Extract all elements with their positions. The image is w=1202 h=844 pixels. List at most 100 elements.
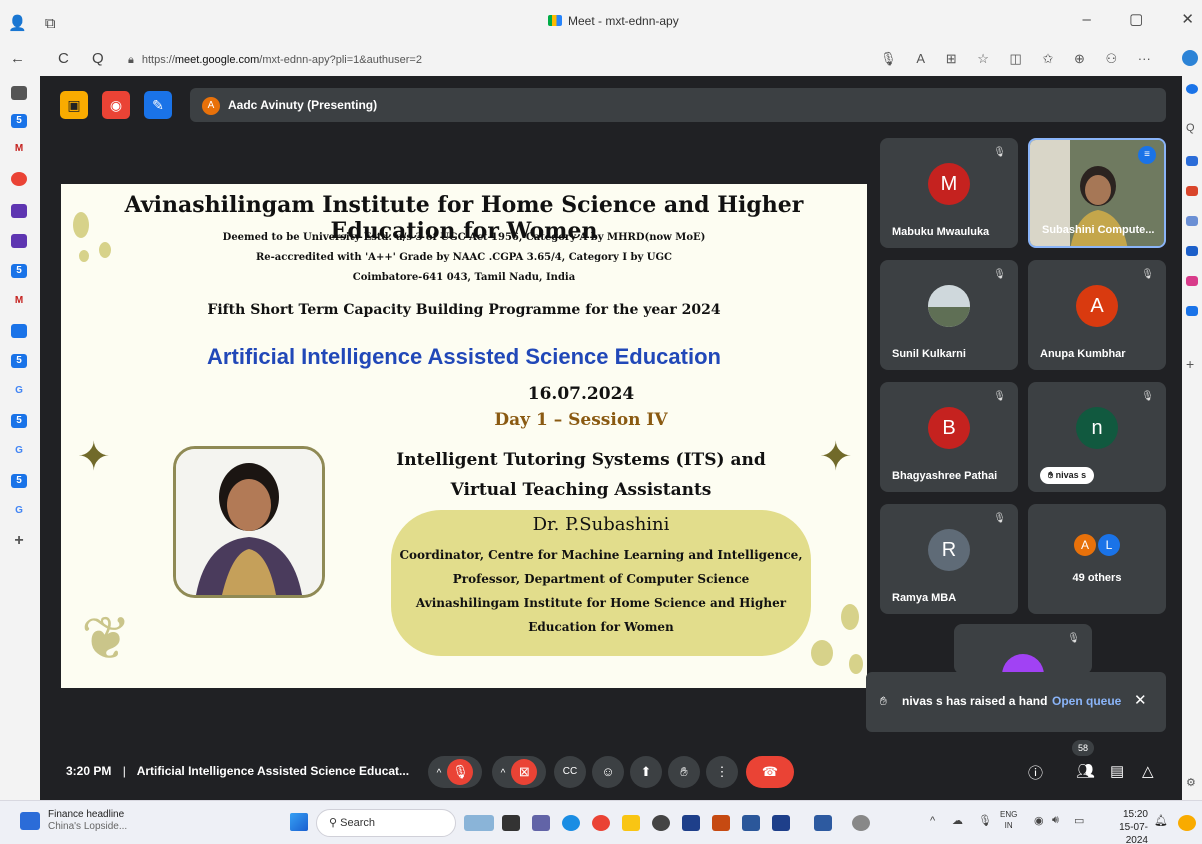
app-available-icon[interactable]: ⊞ bbox=[946, 51, 957, 66]
favorites-icon[interactable]: ✩ bbox=[1042, 51, 1053, 66]
end-call-button[interactable]: ☎ bbox=[746, 756, 794, 788]
add-sidebar-app-icon[interactable]: + bbox=[1186, 356, 1198, 372]
collections-icon[interactable]: ⊕ bbox=[1074, 51, 1085, 66]
present-screen-button[interactable]: ⬆ bbox=[630, 756, 662, 788]
battery-icon[interactable]: ▭ bbox=[1074, 814, 1084, 827]
sidebar-tab-google-icon[interactable]: G bbox=[11, 504, 27, 518]
word-icon[interactable] bbox=[742, 815, 760, 831]
sidebar-tab-form-icon[interactable] bbox=[11, 234, 27, 248]
task-view-icon[interactable] bbox=[502, 815, 520, 831]
mic-control[interactable]: ^ 🎙︎ bbox=[428, 756, 482, 788]
sidebar-tab-google-icon[interactable]: G bbox=[11, 444, 27, 458]
camera-off-icon[interactable]: ⊠ bbox=[511, 759, 538, 785]
sidebar-tab-google-icon[interactable]: G bbox=[11, 384, 27, 398]
people-icon[interactable] bbox=[1186, 216, 1198, 226]
sidebar-tab-gmail-icon[interactable]: M bbox=[11, 142, 27, 156]
chrome-icon[interactable] bbox=[592, 815, 610, 831]
send-icon[interactable] bbox=[1186, 306, 1198, 316]
participant-tile[interactable]: 🎙︎ R Ramya MBA bbox=[880, 504, 1018, 614]
emoji-reaction-button[interactable]: ☺ bbox=[592, 756, 624, 788]
record-icon[interactable]: ◉ bbox=[102, 91, 130, 119]
participant-tile[interactable]: 🎙︎ Sunil Kulkarni bbox=[880, 260, 1018, 370]
notification-bell-icon[interactable]: 🔔︎ bbox=[1154, 814, 1168, 827]
more-menu-icon[interactable]: ··· bbox=[1138, 51, 1151, 66]
sidebar-tab-gmail-icon[interactable]: M bbox=[11, 294, 27, 308]
close-window-button[interactable]: ✕ bbox=[1181, 11, 1194, 28]
app-icon[interactable] bbox=[712, 815, 730, 831]
show-hidden-icons[interactable]: ^ bbox=[930, 815, 935, 827]
search-icon[interactable]: Q bbox=[1186, 122, 1198, 134]
dell-icon[interactable] bbox=[652, 815, 670, 831]
raise-hand-button[interactable]: ✋︎ bbox=[668, 756, 700, 788]
minimize-button[interactable]: – bbox=[1083, 11, 1091, 28]
copilot-designer-icon[interactable] bbox=[1186, 276, 1198, 286]
workspaces-icon[interactable]: ⧉ bbox=[45, 15, 56, 32]
participant-tile[interactable]: 🎙︎ B Bhagyashree Pathai bbox=[880, 382, 1018, 492]
sidebar-tab-sheets-icon[interactable]: 5 bbox=[11, 414, 27, 428]
edge-icon[interactable] bbox=[562, 815, 580, 831]
presenting-indicator[interactable]: A Aadc Avinuty (Presenting) bbox=[190, 88, 1166, 122]
windows-start-icon[interactable] bbox=[290, 813, 308, 831]
news-widget[interactable]: Finance headline China's Lopside... bbox=[48, 809, 127, 833]
news-widget-icon[interactable] bbox=[20, 812, 40, 830]
favorite-star-icon[interactable]: ☆ bbox=[977, 51, 989, 66]
file-explorer-icon[interactable] bbox=[622, 815, 640, 831]
sidebar-settings-icon[interactable]: ⚙ bbox=[1186, 776, 1198, 789]
camera-options-chevron-icon[interactable]: ^ bbox=[501, 768, 506, 779]
address-bar[interactable]: 🔒︎ https://meet.google.com/mxt-ednn-apy?p… bbox=[128, 48, 588, 72]
others-tile[interactable]: A L 49 others bbox=[1028, 504, 1166, 614]
camera-control[interactable]: ^ ⊠ bbox=[492, 756, 546, 788]
open-queue-button[interactable]: Open queue bbox=[1052, 694, 1121, 708]
captions-button[interactable]: CC bbox=[554, 756, 586, 788]
split-screen-icon[interactable]: ◫ bbox=[1010, 51, 1022, 66]
mic-options-chevron-icon[interactable]: ^ bbox=[437, 768, 442, 779]
restore-button[interactable]: ▢ bbox=[1129, 11, 1143, 28]
participant-tile-speaking[interactable]: ≡ Subashini Compute... bbox=[1028, 138, 1166, 248]
tools-icon[interactable] bbox=[1186, 186, 1198, 196]
stop-presenting-icon[interactable]: ▣ bbox=[60, 91, 88, 119]
taskbar-search-box[interactable]: ⚲ Search bbox=[316, 809, 456, 837]
new-tab-icon[interactable]: + bbox=[11, 533, 27, 549]
mic-icon[interactable]: 🎙︎ bbox=[978, 814, 992, 827]
participant-tile[interactable]: 🎙︎ A Anupa Kumbhar bbox=[1028, 260, 1166, 370]
sidebar-tab-sheets-icon[interactable]: 5 bbox=[11, 264, 27, 278]
toast-close-button[interactable]: ✕ bbox=[1134, 691, 1147, 709]
outlook-icon[interactable] bbox=[1186, 246, 1198, 256]
more-options-button[interactable]: ⋮ bbox=[706, 756, 738, 788]
settings-icon[interactable] bbox=[852, 815, 870, 831]
sidebar-tab-meet-icon[interactable] bbox=[11, 172, 27, 186]
mic-permission-icon[interactable]: 🎙︎ bbox=[880, 51, 897, 66]
activities-icon[interactable]: △ bbox=[1142, 762, 1154, 780]
back-button[interactable]: ← bbox=[10, 50, 25, 67]
sidebar-tab-sheets-icon[interactable]: 5 bbox=[11, 474, 27, 488]
onedrive-icon[interactable]: ☁ bbox=[952, 814, 963, 827]
language-indicator[interactable]: ENG IN bbox=[1000, 809, 1017, 831]
browser-tab[interactable]: Meet - mxt-ednn-apy bbox=[548, 14, 679, 28]
extensions-icon[interactable]: ⚇ bbox=[1106, 51, 1118, 66]
copilot-taskbar-icon[interactable] bbox=[1178, 815, 1196, 831]
participant-tile[interactable]: 🎙︎ n ✋︎ nivas s bbox=[1028, 382, 1166, 492]
sidebar-tab-sheets-icon[interactable]: 5 bbox=[11, 354, 27, 368]
wifi-icon[interactable]: ◉ bbox=[1034, 814, 1044, 827]
word-icon[interactable] bbox=[772, 815, 790, 831]
sidebar-tab-sheets-icon[interactable]: 5 bbox=[11, 114, 27, 128]
reload-button[interactable]: C bbox=[58, 50, 69, 67]
browser-profile-avatar[interactable] bbox=[1182, 50, 1198, 66]
volume-icon[interactable]: 🔊︎ bbox=[1052, 814, 1059, 827]
word-icon[interactable] bbox=[814, 815, 832, 831]
profile-icon[interactable]: 👤 bbox=[8, 15, 27, 32]
teams-icon[interactable] bbox=[532, 815, 550, 831]
participant-tile[interactable]: 🎙︎ M Mabuku Mwauluka bbox=[880, 138, 1018, 248]
chat-icon[interactable]: ▤ bbox=[1110, 762, 1124, 780]
sidebar-tab-form-icon[interactable] bbox=[11, 204, 27, 218]
annotate-icon[interactable]: ✎ bbox=[144, 91, 172, 119]
taskbar-clock[interactable]: 15:20 15-07-2024 bbox=[1098, 808, 1148, 844]
people-icon[interactable]: 👥︎ bbox=[1076, 762, 1095, 780]
read-aloud-icon[interactable]: A bbox=[916, 51, 925, 66]
taskbar-widget-icon[interactable] bbox=[464, 815, 494, 831]
search-icon[interactable]: Q bbox=[92, 50, 104, 67]
store-icon[interactable] bbox=[682, 815, 700, 831]
meeting-details-icon[interactable]: ⓘ bbox=[1028, 762, 1043, 783]
participant-tile-partial[interactable]: 🎙︎ bbox=[954, 624, 1092, 674]
copilot-icon[interactable] bbox=[1186, 84, 1198, 94]
